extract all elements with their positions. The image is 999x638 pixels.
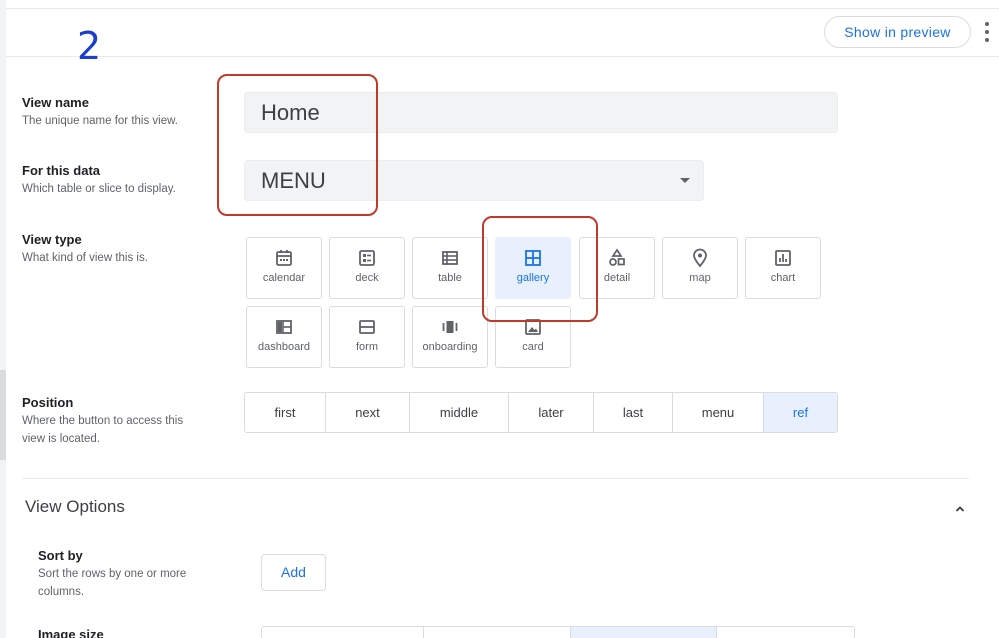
view-type-label-text: chart xyxy=(770,272,796,284)
position-option-menu[interactable]: menu xyxy=(673,393,764,432)
position-option-later[interactable]: later xyxy=(509,393,594,432)
scroll-thumb[interactable] xyxy=(0,370,6,460)
sort-by-description-line2: columns. xyxy=(38,586,85,598)
image-size-option[interactable] xyxy=(571,627,717,638)
sort-by-description-line1: Sort the rows by one or more xyxy=(38,568,187,580)
view-name-title: View name xyxy=(22,95,89,110)
highlight-box-name-data xyxy=(217,74,378,216)
view-type-description: What kind of view this is. xyxy=(22,252,148,264)
position-segmented-control: first next middle later last menu ref xyxy=(244,392,838,433)
more-options-icon[interactable] xyxy=(980,20,994,44)
show-in-preview-button[interactable]: Show in preview xyxy=(824,16,971,48)
chart-icon xyxy=(775,250,791,266)
position-description-line2: view is located. xyxy=(22,433,100,445)
view-type-deck[interactable]: deck xyxy=(329,237,405,299)
dashboard-icon xyxy=(276,320,292,334)
position-title: Position xyxy=(22,395,74,410)
left-scroll-strip xyxy=(0,0,6,638)
caret-down-icon xyxy=(680,178,690,183)
header-divider xyxy=(6,56,999,57)
chevron-up-icon[interactable] xyxy=(955,504,965,514)
sort-by-title: Sort by xyxy=(38,548,83,563)
highlight-box-gallery xyxy=(482,216,598,322)
position-description-line1: Where the button to access this xyxy=(22,415,184,427)
form-icon xyxy=(359,320,375,334)
for-this-data-description: Which table or slice to display. xyxy=(22,183,176,195)
view-type-label: View type What kind of view this is. xyxy=(22,231,148,267)
sort-by-add-button[interactable]: Add xyxy=(261,554,326,591)
position-label: Position Where the button to access this… xyxy=(22,394,183,448)
sort-by-label: Sort by Sort the rows by one or more col… xyxy=(38,547,186,601)
image-size-segmented-control xyxy=(261,626,855,638)
view-type-chart[interactable]: chart xyxy=(745,237,821,299)
view-type-label-text: map xyxy=(689,272,711,284)
deck-icon xyxy=(359,250,375,266)
calendar-icon xyxy=(276,250,292,266)
view-type-label-text: form xyxy=(356,341,378,353)
position-option-ref[interactable]: ref xyxy=(764,393,837,432)
view-name-label: View name The unique name for this view. xyxy=(22,94,178,130)
for-this-data-title: For this data xyxy=(22,163,101,178)
view-type-onboarding[interactable]: onboarding xyxy=(412,306,488,368)
view-type-label-text: calendar xyxy=(262,272,306,284)
image-size-label: Image size xyxy=(38,626,104,638)
view-type-label-text: card xyxy=(522,341,544,353)
view-type-dashboard[interactable]: dashboard xyxy=(246,306,322,368)
image-size-title: Image size xyxy=(38,627,104,638)
image-size-option[interactable] xyxy=(717,627,854,638)
map-pin-icon xyxy=(693,248,707,268)
view-type-calendar[interactable]: calendar xyxy=(246,237,322,299)
step-annotation: 2 xyxy=(77,24,102,68)
view-type-title: View type xyxy=(22,232,82,247)
view-type-map[interactable]: map xyxy=(662,237,738,299)
position-option-next[interactable]: next xyxy=(326,393,410,432)
detail-icon xyxy=(609,248,625,266)
view-name-description: The unique name for this view. xyxy=(22,115,178,127)
view-type-label-text: onboarding xyxy=(422,341,478,353)
position-option-middle[interactable]: middle xyxy=(410,393,509,432)
view-options-title: View Options xyxy=(25,497,125,516)
section-divider xyxy=(22,478,969,479)
for-this-data-label: For this data Which table or slice to di… xyxy=(22,162,176,198)
onboarding-icon xyxy=(442,321,458,333)
view-type-label-text: dashboard xyxy=(258,341,310,353)
image-size-option[interactable] xyxy=(262,627,424,638)
view-type-label-text: table xyxy=(438,272,462,284)
image-size-option[interactable] xyxy=(424,627,571,638)
position-option-first[interactable]: first xyxy=(245,393,326,432)
position-option-last[interactable]: last xyxy=(594,393,673,432)
table-icon xyxy=(442,251,458,265)
view-type-table[interactable]: table xyxy=(412,237,488,299)
view-type-form[interactable]: form xyxy=(329,306,405,368)
top-border xyxy=(6,8,999,9)
view-type-label-text: deck xyxy=(355,272,379,284)
